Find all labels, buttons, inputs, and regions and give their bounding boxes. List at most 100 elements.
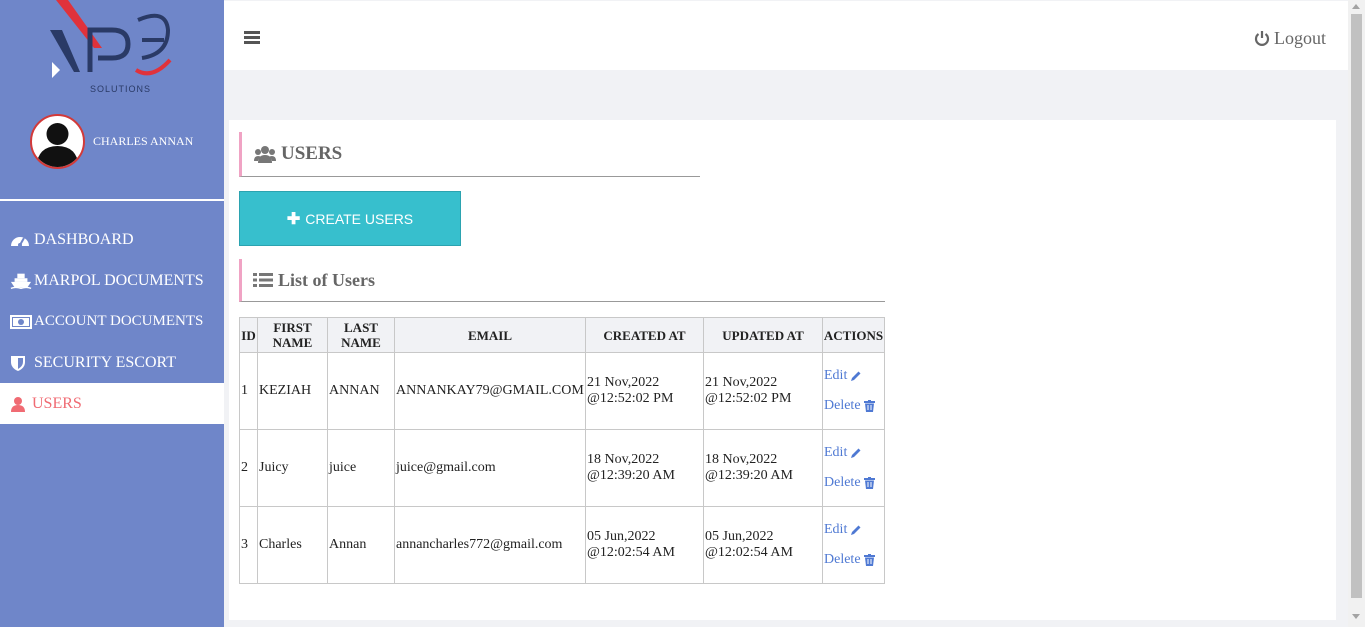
menu-toggle-icon[interactable] [244,31,260,44]
cell-first-name: Charles [257,506,328,584]
trash-icon [863,554,875,566]
delete-link[interactable]: Delete [824,552,883,568]
trash-icon [863,400,875,412]
edit-label: Edit [824,445,848,460]
list-section-header: List of Users [239,259,885,302]
updated-time: @12:52:02 PM [705,391,792,406]
cell-created-at: 05 Jun,2022 @12:02:54 AM [585,506,704,584]
users-group-icon [254,146,276,163]
cell-last-name: ANNAN [327,352,395,430]
created-time: @12:52:02 PM [587,391,674,406]
sidebar-item-security-escort[interactable]: SECURITY ESCORT [0,342,224,383]
column-header-updated-at: UPDATED AT [703,317,823,353]
sidebar-item-label: DASHBOARD [34,230,134,248]
scroll-down-arrow-icon[interactable] [1352,614,1360,619]
cell-actions: Edit Delete [822,429,885,507]
shield-icon [10,354,32,372]
list-icon [253,273,273,287]
cell-updated-at: 18 Nov,2022 @12:39:20 AM [703,429,823,507]
dashboard-icon [10,231,32,249]
avatar [30,114,85,169]
cell-actions: Edit Delete [822,506,885,584]
created-time: @12:39:20 AM [587,468,675,483]
updated-date: 18 Nov,2022 [705,452,778,467]
user-profile: CHARLES ANNAN [30,114,220,174]
sidebar-item-label: SECURITY ESCORT [34,353,177,371]
pencil-icon [851,525,861,535]
ship-icon [10,272,32,290]
delete-label: Delete [824,398,861,413]
cell-first-name: Juicy [257,429,328,507]
edit-label: Edit [824,368,848,383]
edit-link[interactable]: Edit [824,522,883,538]
column-header-actions: ACTIONS [822,317,885,353]
created-date: 18 Nov,2022 [587,452,660,467]
content-card: USERS ✚ CREATE USERS List of Users ID FI… [229,120,1336,620]
sidebar-item-account-documents[interactable]: ACCOUNT DOCUMENTS [0,301,224,342]
sidebar: SOLUTIONS CHARLES ANNAN DASHBOARD MARPOL… [0,0,224,627]
profile-name: CHARLES ANNAN [93,134,194,148]
sidebar-item-marpol-documents[interactable]: MARPOL DOCUMENTS [0,260,224,301]
list-title: List of Users [278,269,375,290]
cell-created-at: 18 Nov,2022 @12:39:20 AM [585,429,704,507]
table-header-row: ID FIRST NAME LAST NAME EMAIL CREATED AT… [239,317,885,353]
power-icon [1254,31,1270,46]
cell-updated-at: 21 Nov,2022 @12:52:02 PM [703,352,823,430]
cell-email: ANNANKAY79@GMAIL.COM [394,352,586,430]
create-users-label: CREATE USERS [305,210,414,227]
sidebar-item-dashboard[interactable]: DASHBOARD [0,219,224,260]
plus-icon: ✚ [286,210,301,228]
column-header-email: EMAIL [394,317,586,353]
table-row: 3 Charles Annan annancharles772@gmail.co… [239,506,885,584]
scroll-thumb[interactable] [1351,14,1362,598]
create-users-button[interactable]: ✚ CREATE USERS [239,191,461,246]
edit-link[interactable]: Edit [824,368,883,384]
users-section-header: USERS [239,132,700,177]
sidebar-item-users[interactable]: USERS [0,383,224,424]
sidebar-item-label: USERS [32,394,82,412]
delete-label: Delete [824,552,861,567]
column-header-last-name: LAST NAME [327,317,395,353]
top-bar: Logout [224,1,1348,70]
edit-link[interactable]: Edit [824,445,883,461]
column-header-id: ID [239,317,258,353]
cell-first-name: KEZIAH [257,352,328,430]
delete-label: Delete [824,475,861,490]
sidebar-item-label: MARPOL DOCUMENTS [34,271,204,289]
column-header-created-at: CREATED AT [585,317,704,353]
cell-updated-at: 05 Jun,2022 @12:02:54 AM [703,506,823,584]
logout-button[interactable]: Logout [1254,28,1326,49]
logout-label: Logout [1274,28,1326,48]
user-silhouette-icon [36,123,79,167]
pencil-icon [851,448,861,458]
sidebar-nav: DASHBOARD MARPOL DOCUMENTS ACCOUNT DOCUM… [0,219,224,424]
sidebar-item-label: ACCOUNT DOCUMENTS [34,313,204,329]
cell-id: 1 [239,352,258,430]
cell-last-name: Annan [327,506,395,584]
delete-link[interactable]: Delete [824,398,883,414]
cell-created-at: 21 Nov,2022 @12:52:02 PM [585,352,704,430]
updated-date: 05 Jun,2022 [705,529,774,544]
trash-icon [863,477,875,489]
updated-date: 21 Nov,2022 [705,375,778,390]
sidebar-divider [0,199,224,201]
cell-id: 3 [239,506,258,584]
cell-id: 2 [239,429,258,507]
created-date: 21 Nov,2022 [587,375,660,390]
scroll-up-arrow-icon[interactable] [1352,4,1360,9]
pencil-icon [851,371,861,381]
created-date: 05 Jun,2022 [587,529,656,544]
cell-email: annancharles772@gmail.com [394,506,586,584]
edit-label: Edit [824,522,848,537]
user-icon [10,395,30,413]
users-table: ID FIRST NAME LAST NAME EMAIL CREATED AT… [239,317,885,584]
logo-text: SOLUTIONS [90,84,152,94]
table-row: 2 Juicy juice juice@gmail.com 18 Nov,202… [239,429,885,507]
cell-actions: Edit Delete [822,352,885,430]
cell-last-name: juice [327,429,395,507]
vertical-scrollbar[interactable] [1348,0,1365,627]
updated-time: @12:02:54 AM [705,545,793,560]
delete-link[interactable]: Delete [824,475,883,491]
created-time: @12:02:54 AM [587,545,675,560]
table-row: 1 KEZIAH ANNAN ANNANKAY79@GMAIL.COM 21 N… [239,352,885,430]
